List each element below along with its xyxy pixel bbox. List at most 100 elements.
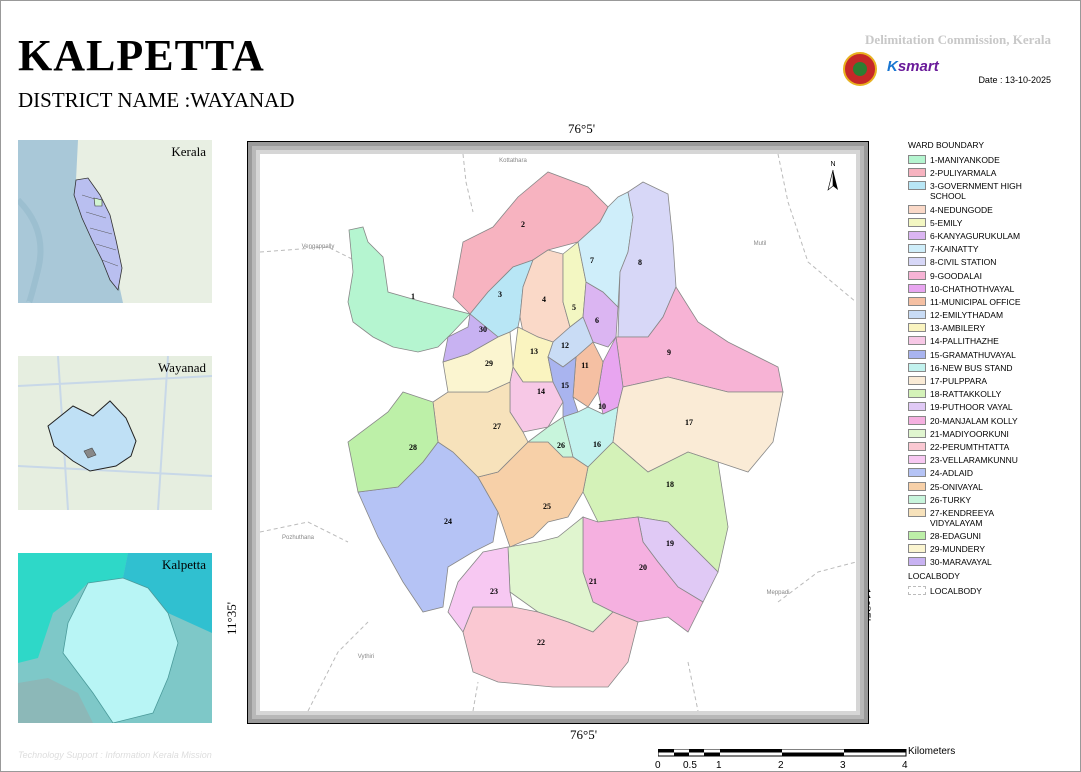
legend-item: 21-MADIYOORKUNI	[908, 428, 1038, 439]
legend-swatch	[908, 310, 926, 320]
neighbor-label: Meppadi	[766, 590, 789, 596]
neighbor-label: Mutil	[754, 241, 767, 247]
scale-tick: 0.5	[683, 760, 697, 771]
kalpetta-label: Kalpetta	[161, 557, 206, 572]
legend-item: 12-EMILYTHADAM	[908, 310, 1038, 320]
legend-swatch	[908, 544, 926, 554]
ward-label-21: 21	[589, 577, 597, 586]
ward-label-19: 19	[666, 539, 674, 548]
legend-swatch	[908, 507, 926, 517]
ward-label-27: 27	[493, 422, 501, 431]
district-name: DISTRICT NAME :WAYANAD	[18, 88, 295, 112]
legend-localbody-title: LOCALBODY	[908, 570, 960, 581]
main-map: 1 2 3 4 5 6 7 8 9 10 11 12 13 14 15 16 17 18 19 20 21 22 23 24 2…	[247, 141, 869, 724]
legend-swatch	[908, 402, 926, 412]
inset-kalpetta: Kalpetta	[18, 553, 212, 723]
legend-swatch	[908, 323, 926, 333]
legend-label: 19-PUTHOOR VAYAL	[930, 402, 1013, 413]
legend-label: 4-NEDUNGODE	[930, 204, 993, 215]
legend-item: 27-KENDREEYA VIDYALAYAM	[908, 507, 1038, 528]
neighbor-label: Vythiri	[358, 654, 374, 660]
kerala-seal-icon	[843, 52, 877, 86]
legend-item: 26-TURKY	[908, 494, 1038, 505]
legend-label: 13-AMBILERY	[930, 323, 986, 334]
ward-label-20: 20	[639, 563, 647, 572]
legend-label: 11-MUNICIPAL OFFICE	[930, 296, 1021, 307]
inset-kerala: Kerala	[18, 140, 212, 303]
legend-label: 5-EMILY	[930, 217, 963, 228]
legend-item: 11-MUNICIPAL OFFICE	[908, 296, 1038, 307]
legend-item: 20-MANJALAM KOLLY	[908, 415, 1038, 426]
legend-swatch	[908, 362, 926, 372]
legend-label: 15-GRAMATHUVAYAL	[930, 349, 1016, 360]
ward-label-18: 18	[666, 480, 674, 489]
legend-label: 24-ADLAID	[930, 468, 973, 479]
ward-label-24: 24	[444, 517, 452, 526]
ward-label-17: 17	[685, 418, 693, 427]
footer-credit: Technology Support : Information Kerala …	[18, 750, 212, 760]
map-date: Date : 13-10-2025	[978, 75, 1051, 85]
legend-swatch	[908, 389, 926, 399]
legend-item: 8-CIVIL STATION	[908, 257, 1038, 267]
ward-label-30: 30	[479, 325, 487, 334]
coord-left: 11°35'	[224, 601, 239, 635]
ward-label-2: 2	[521, 220, 525, 229]
ward-22	[462, 606, 639, 688]
legend-swatch	[908, 270, 926, 280]
inset-wayanad: Wayanad	[18, 356, 212, 510]
legend-item: 25-ONIVAYAL	[908, 481, 1038, 492]
legend-label: 9-GOODALAI	[930, 270, 982, 281]
legend-label: 25-ONIVAYAL	[930, 481, 983, 492]
scale-tick: 4	[902, 760, 908, 771]
ward-label-11: 11	[581, 361, 589, 370]
ward-label-5: 5	[572, 303, 576, 312]
legend-item: 3-GOVERNMENT HIGH SCHOOL	[908, 181, 1038, 201]
legend-swatch	[908, 217, 926, 227]
legend-label: 17-PULPPARA	[930, 376, 988, 386]
legend-label: 3-GOVERNMENT HIGH SCHOOL	[930, 181, 1022, 202]
legend-item: 22-PERUMTHTATTA	[908, 441, 1038, 452]
commission-name: Delimitation Commission, Kerala	[865, 32, 1051, 47]
legend-item: 19-PUTHOOR VAYAL	[908, 402, 1038, 412]
legend-swatch	[908, 296, 926, 306]
ward-label-4: 4	[542, 295, 546, 304]
legend-item: 29-MUNDERY	[908, 544, 1038, 554]
legend-item: 28-EDAGUNI	[908, 531, 1038, 541]
page-title: KALPETTA	[18, 31, 265, 80]
legend-swatch	[908, 168, 926, 178]
ward-label-22: 22	[537, 638, 545, 647]
ward-label-15: 15	[561, 381, 569, 390]
legend-swatch	[908, 428, 926, 438]
legend-label: 8-CIVIL STATION	[930, 257, 997, 268]
localbody-swatch	[908, 585, 926, 595]
legend-label: 10-CHATHOTHVAYAL	[930, 283, 1015, 294]
legend-item: 7-KAINATTY	[908, 244, 1038, 254]
ward-label-3: 3	[498, 290, 502, 299]
kerala-inset-map	[18, 140, 212, 303]
legend-item: 2-PULIYARMALA	[908, 168, 1038, 178]
ward-label-12: 12	[561, 341, 569, 350]
ward-label-8: 8	[638, 258, 642, 267]
legend-swatch	[908, 257, 926, 267]
legend-item: 18-RATTAKKOLLY	[908, 389, 1038, 399]
neighbor-label: Vengappally	[302, 244, 335, 250]
legend-swatch	[908, 494, 926, 504]
wayanad-label: Wayanad	[157, 360, 206, 375]
legend-item: 6-KANYAGURUKULAM	[908, 230, 1038, 241]
legend-swatch	[908, 481, 926, 491]
legend-item: 13-AMBILERY	[908, 323, 1038, 333]
legend-label: 14-PALLITHAZHE	[930, 336, 999, 347]
localbody-label: LOCALBODY	[930, 585, 982, 596]
legend: WARD BOUNDARY 1-MANIYANKODE 2-PULIYARMALA…	[908, 140, 1038, 599]
legend-swatch	[908, 441, 926, 451]
main-map-svg: 1234567 891011121314151617181920212223242…	[248, 142, 868, 723]
scale-tick: 3	[840, 760, 846, 771]
neighbor-label: Pozhuthana	[282, 535, 315, 541]
legend-item: 4-NEDUNGODE	[908, 204, 1038, 215]
scale-tick: 1	[716, 760, 722, 771]
legend-title: WARD BOUNDARY	[908, 140, 985, 150]
legend-swatch	[908, 455, 926, 465]
legend-label: 22-PERUMTHTATTA	[930, 441, 1010, 452]
legend-label: 30-MARAVAYAL	[930, 557, 992, 568]
scale-unit: Kilometers	[908, 746, 956, 757]
